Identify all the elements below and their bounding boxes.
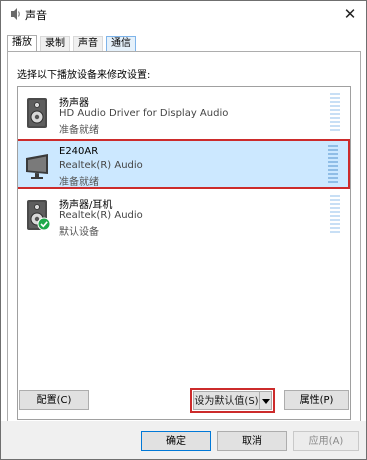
device-driver: Realtek(R) Audio	[59, 210, 143, 221]
device-item-display-speaker[interactable]: 扬声器 HD Audio Driver for Display Audio 准备…	[18, 89, 350, 139]
device-list: 扬声器 HD Audio Driver for Display Audio 准备…	[17, 86, 351, 420]
cancel-button[interactable]: 取消	[217, 431, 287, 451]
device-name: E240AR	[59, 146, 99, 157]
properties-button[interactable]: 属性(P)	[284, 390, 349, 410]
set-default-button[interactable]: 设为默认值(S)	[193, 391, 260, 410]
monitor-icon	[26, 154, 48, 179]
device-status: 准备就绪	[59, 125, 99, 136]
set-default-split-button: 设为默认值(S)	[190, 388, 275, 413]
set-default-dropdown[interactable]	[260, 391, 272, 410]
sound-dialog: 声音 ✕ 播放 录制 声音 通信 选择以下播放设备来修改设置: 扬声器 HD A…	[0, 0, 367, 460]
speaker-default-icon	[27, 200, 51, 231]
configure-button[interactable]: 配置(C)	[19, 390, 89, 410]
tab-communications[interactable]: 通信	[106, 36, 136, 51]
volume-meter	[328, 145, 338, 187]
speaker-icon	[27, 98, 47, 128]
close-button[interactable]: ✕	[334, 1, 366, 29]
device-name: 扬声器	[59, 98, 89, 109]
apply-button[interactable]: 应用(A)	[293, 431, 359, 451]
device-driver: HD Audio Driver for Display Audio	[59, 108, 229, 119]
volume-meter	[330, 195, 340, 237]
tab-strip: 播放 录制 声音 通信	[7, 35, 361, 52]
tab-recording[interactable]: 录制	[40, 36, 70, 51]
speaker-app-icon	[11, 8, 20, 20]
ok-button[interactable]: 确定	[141, 431, 211, 451]
window-title: 声音	[25, 9, 47, 22]
instruction-label: 选择以下播放设备来修改设置:	[17, 70, 151, 81]
device-driver: Realtek(R) Audio	[59, 160, 143, 171]
device-status: 默认设备	[59, 227, 99, 238]
title-bar: 声音 ✕	[1, 1, 366, 29]
device-item-speaker-headphones[interactable]: 扬声器/耳机 Realtek(R) Audio 默认设备	[18, 191, 350, 241]
volume-meter	[330, 93, 340, 135]
playback-panel: 选择以下播放设备来修改设置: 扬声器 HD Audio Driver for D…	[7, 51, 361, 423]
device-item-e240ar[interactable]: E240AR Realtek(R) Audio 准备就绪	[18, 139, 350, 189]
device-name: 扬声器/耳机	[59, 200, 113, 211]
tab-playback[interactable]: 播放	[7, 35, 37, 52]
chevron-down-icon	[262, 399, 270, 404]
device-status: 准备就绪	[59, 177, 99, 188]
tab-sounds[interactable]: 声音	[73, 36, 103, 51]
